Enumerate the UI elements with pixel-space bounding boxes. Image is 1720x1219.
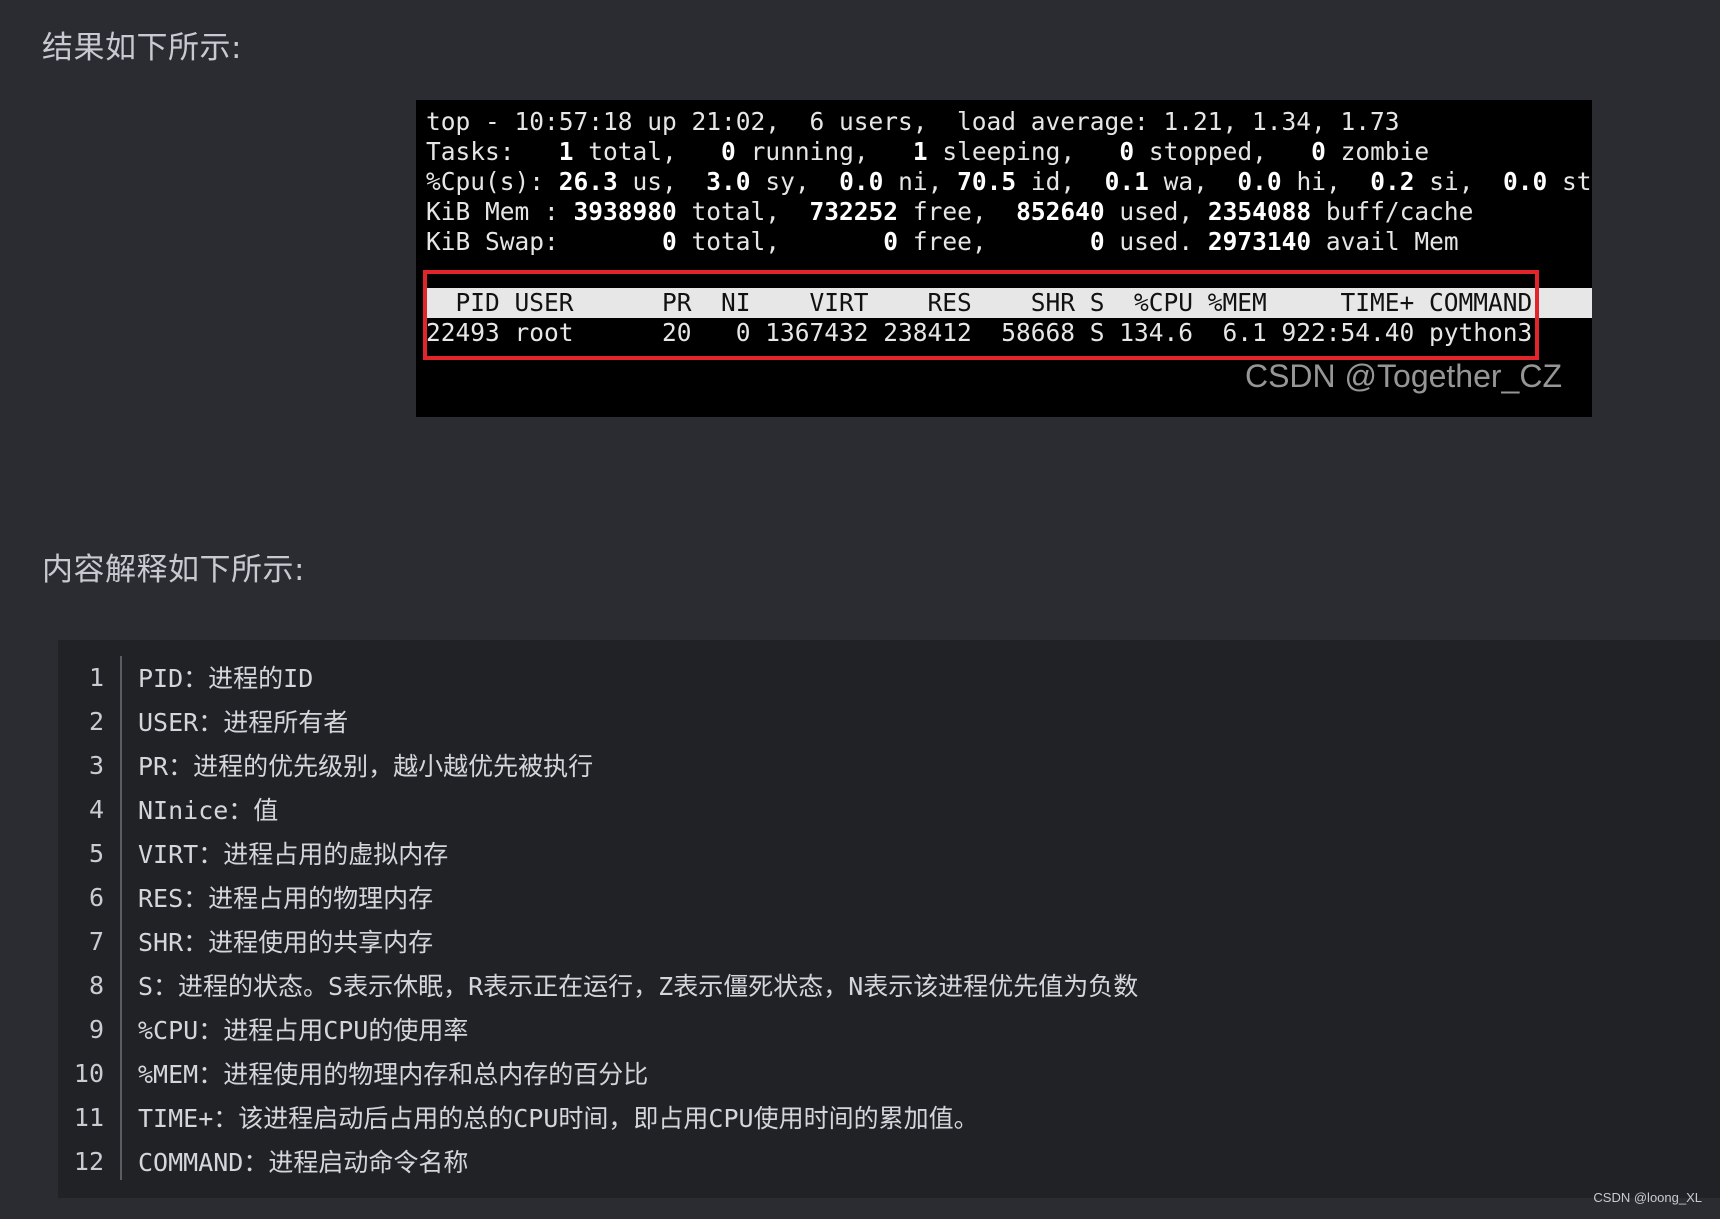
heading-explain: 内容解释如下所示: [42, 552, 305, 588]
heading-result: 结果如下所示: [42, 30, 242, 66]
line-text: VIRT：进程占用的虚拟内存 [138, 840, 449, 869]
code-line: 2 USER：进程所有者 [58, 699, 348, 743]
code-line: 12 COMMAND：进程启动命令名称 [58, 1139, 468, 1183]
code-line: 5 VIRT：进程占用的虚拟内存 [58, 831, 448, 875]
code-line: 3 PR：进程的优先级别，越小越优先被执行 [58, 743, 593, 787]
line-number: 5 [88, 838, 104, 868]
code-line: 7 SHR：进程使用的共享内存 [58, 919, 433, 963]
code-line: 4 NInice：值 [58, 787, 278, 831]
line-text: COMMAND：进程启动命令名称 [138, 1148, 469, 1177]
line-text: PID：进程的ID [138, 664, 314, 693]
code-line: 1 PID：进程的ID [58, 655, 313, 699]
line-number: 9 [88, 1014, 104, 1044]
line-number: 8 [88, 970, 104, 1000]
line-text: %MEM：进程使用的物理内存和总内存的百分比 [138, 1060, 649, 1089]
line-text: %CPU：进程占用CPU的使用率 [138, 1016, 469, 1045]
line-text: USER：进程所有者 [138, 708, 349, 737]
code-line: 11 TIME+：该进程启动后占用的总的CPU时间，即占用CPU使用时间的累加值。 [58, 1095, 979, 1139]
terminal-screenshot: top - 10:57:18 up 21:02, 6 users, load a… [416, 100, 1592, 417]
line-number: 10 [73, 1058, 104, 1088]
line-number: 2 [88, 706, 104, 736]
red-highlight-box [423, 270, 1539, 360]
line-text: RES：进程占用的物理内存 [138, 884, 434, 913]
code-line: 6 RES：进程占用的物理内存 [58, 875, 433, 919]
terminal-line-5: KiB Swap: 0 total, 0 free, 0 used. 29731… [426, 227, 1459, 256]
line-number: 6 [88, 882, 104, 912]
code-line: 10 %MEM：进程使用的物理内存和总内存的百分比 [58, 1051, 648, 1095]
line-number: 11 [73, 1102, 104, 1132]
image-watermark: CSDN @Together_CZ [1244, 358, 1562, 394]
line-number: 3 [88, 750, 104, 780]
line-number: 1 [88, 662, 104, 692]
line-number: 12 [73, 1146, 104, 1176]
line-text: S：进程的状态。S表示休眠，R表示正在运行，Z表示僵死状态，N表示该进程优先值为… [138, 972, 1139, 1001]
terminal-summary: top - 10:57:18 up 21:02, 6 users, load a… [426, 107, 1592, 257]
terminal-line-3: %Cpu(s): 26.3 us, 3.0 sy, 0.0 ni, 70.5 i… [426, 167, 1592, 196]
line-text: PR：进程的优先级别，越小越优先被执行 [138, 752, 594, 781]
line-text: NInice：值 [138, 796, 279, 825]
terminal-line-2: Tasks: 1 total, 0 running, 1 sleeping, 0… [426, 137, 1430, 166]
line-number: 4 [88, 794, 104, 824]
terminal-line-1: top - 10:57:18 up 21:02, 6 users, load a… [426, 107, 1400, 136]
page-watermark: CSDN @loong_XL [1593, 1190, 1702, 1205]
terminal-line-4: KiB Mem : 3938980 total, 732252 free, 85… [426, 197, 1474, 226]
code-line: 8 S：进程的状态。S表示休眠，R表示正在运行，Z表示僵死状态，N表示该进程优先值… [58, 963, 1138, 1007]
line-text: SHR：进程使用的共享内存 [138, 928, 434, 957]
code-block: 1 PID：进程的ID 2 USER：进程所有者 3 PR：进程的优先级别，越小越优先… [58, 640, 1720, 1198]
code-line: 9 %CPU：进程占用CPU的使用率 [58, 1007, 468, 1051]
line-number: 7 [88, 926, 104, 956]
line-text: TIME+：该进程启动后占用的总的CPU时间，即占用CPU使用时间的累加值。 [138, 1104, 979, 1133]
